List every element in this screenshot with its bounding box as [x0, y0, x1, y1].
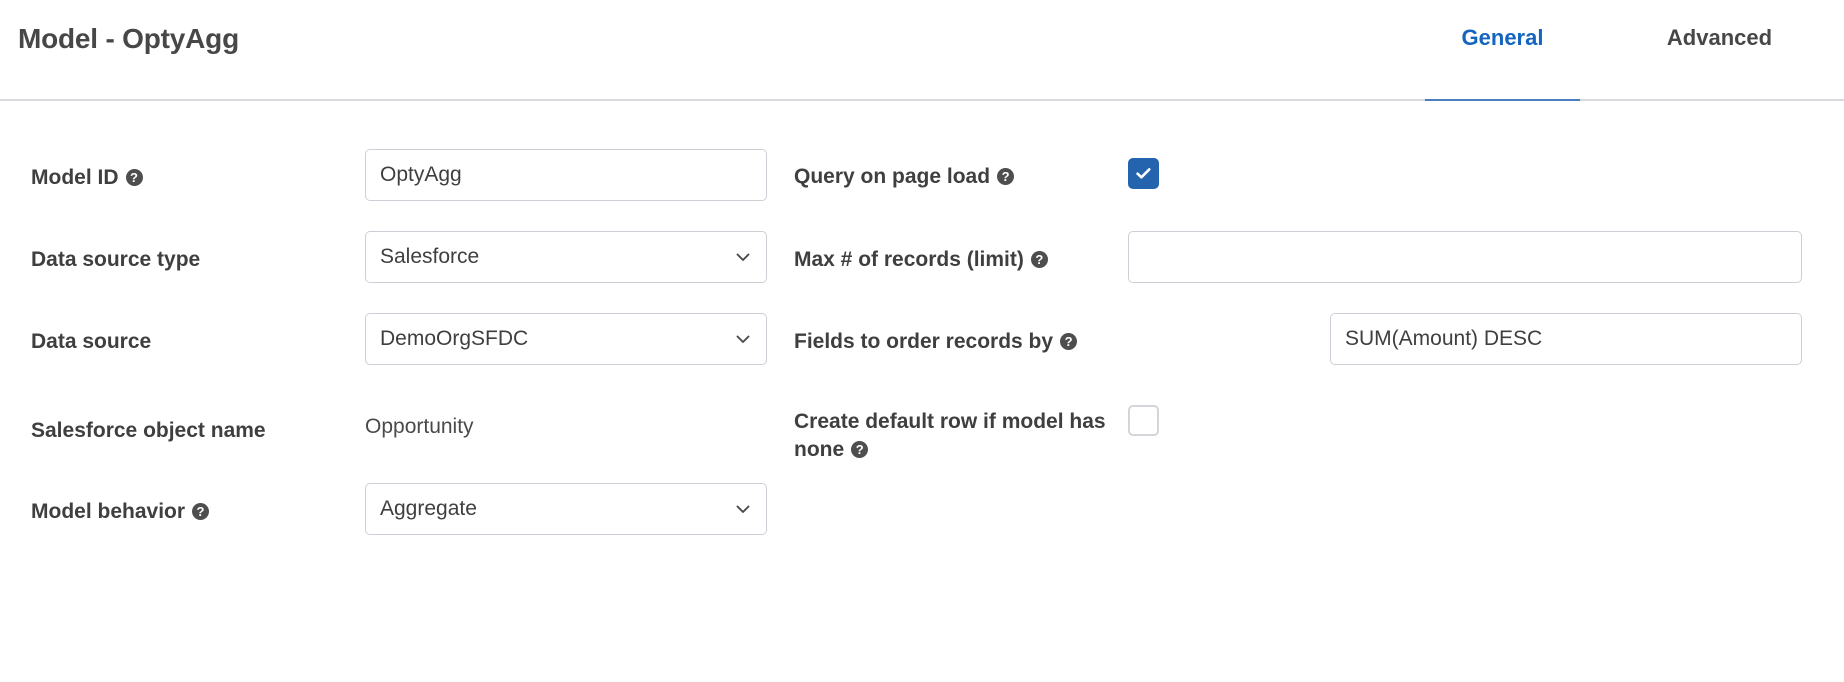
label-text-create-default-row: Create default row if model has none [794, 410, 1106, 461]
data-source-select[interactable]: DemoOrgSFDC [365, 313, 767, 365]
field-label-query-on-page-load: Query on page load? [794, 163, 1015, 191]
label-text-data-source-type: Data source type [31, 248, 201, 271]
help-icon-query-on-page-load[interactable]: ? [997, 168, 1015, 185]
label-text-order-by: Fields to order records by [794, 330, 1054, 353]
field-label-max-records: Max # of records (limit)? [794, 246, 1048, 274]
model-behavior-select[interactable]: Aggregate [365, 483, 767, 535]
order-by-input[interactable]: SUM(Amount) DESC [1330, 313, 1802, 365]
max-records-input[interactable] [1128, 231, 1802, 283]
chevron-down-icon [732, 328, 754, 350]
data-source-value: DemoOrgSFDC [380, 327, 529, 350]
help-icon-model-behavior[interactable]: ? [192, 503, 210, 520]
tab-general-label: General [1461, 25, 1544, 50]
field-label-model-behavior: Model behavior? [31, 498, 210, 526]
tab-bar: General Advanced [1425, 0, 1844, 103]
field-label-data-source-type: Data source type [31, 246, 200, 274]
field-label-create-default-row: Create default row if model has none? [794, 408, 1114, 463]
panel-header: Model - OptyAgg General Advanced [0, 0, 1844, 103]
label-text-salesforce-object-name: Salesforce object name [31, 419, 266, 442]
label-text-model-id: Model ID [31, 166, 119, 189]
chevron-down-icon [732, 498, 754, 520]
tab-advanced-label: Advanced [1666, 25, 1773, 50]
label-text-query-on-page-load: Query on page load [794, 165, 991, 188]
help-icon-max-records[interactable]: ? [1030, 251, 1048, 268]
create-default-row-checkbox[interactable] [1128, 405, 1159, 436]
field-label-salesforce-object-name: Salesforce object name [31, 417, 266, 445]
general-settings-form: Model ID? OptyAgg Data source type Sales… [0, 101, 1844, 682]
field-label-model-id: Model ID? [31, 164, 143, 192]
tab-general[interactable]: General [1425, 0, 1580, 103]
data-source-type-value: Salesforce [380, 245, 480, 268]
label-text-model-behavior: Model behavior [31, 500, 186, 523]
tab-advanced[interactable]: Advanced [1637, 0, 1802, 101]
field-label-data-source: Data source [31, 328, 151, 356]
data-source-type-select[interactable]: Salesforce [365, 231, 767, 283]
label-text-data-source: Data source [31, 330, 152, 353]
model-behavior-value: Aggregate [380, 497, 477, 520]
help-icon-model-id[interactable]: ? [125, 169, 143, 186]
field-label-order-by: Fields to order records by? [794, 328, 1078, 356]
model-id-input[interactable]: OptyAgg [365, 149, 767, 201]
label-text-max-records: Max # of records (limit) [794, 248, 1024, 271]
chevron-down-icon [732, 246, 754, 268]
check-icon [1136, 168, 1151, 179]
page-title: Model - OptyAgg [18, 23, 239, 54]
query-on-page-load-checkbox[interactable] [1128, 158, 1159, 189]
help-icon-create-default-row[interactable]: ? [851, 440, 869, 458]
salesforce-object-name-value: Opportunity [365, 415, 474, 438]
order-by-value: SUM(Amount) DESC [1345, 327, 1543, 350]
help-icon-order-by[interactable]: ? [1060, 333, 1078, 350]
model-id-value: OptyAgg [380, 163, 462, 186]
